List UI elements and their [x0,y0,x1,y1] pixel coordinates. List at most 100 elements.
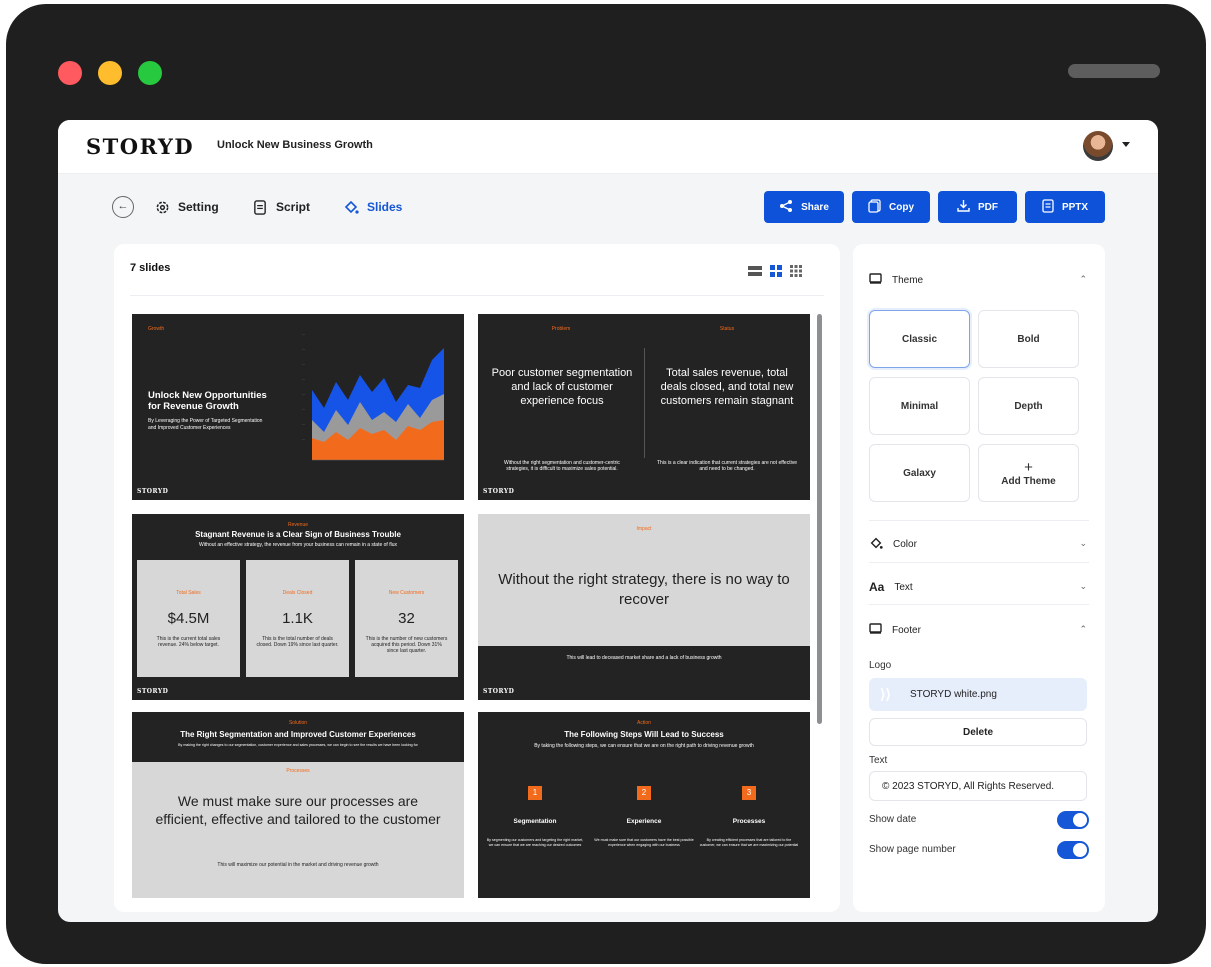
footer-text-label: Text [869,755,888,766]
footer-section-header[interactable]: Footer [869,620,921,640]
share-label: Share [801,201,829,213]
area-chart-thumbnail: --- --- --- --- --- --- --- --- [302,332,444,461]
slide-subtitle: By Leveraging the Power of Targeted Segm… [148,418,263,431]
slides-scrollbar[interactable] [817,314,822,724]
metric-text: This is the current total sales revenue.… [156,636,221,648]
delete-logo-button[interactable]: Delete [869,718,1087,746]
logo-upload-field[interactable]: ⟩⟩ STORYD white.png [869,678,1087,711]
metric-label: Total Sales [176,590,201,596]
chevron-up-icon[interactable]: ⌃ [1079,274,1087,285]
step-title: Processes [732,818,766,825]
pdf-label: PDF [978,201,998,213]
show-date-toggle[interactable] [1057,811,1089,829]
view-toggle [748,264,802,282]
svg-text:---: --- [302,422,305,426]
chevron-down-icon[interactable] [1122,142,1130,147]
metric-text: This is the number of new customers acqu… [365,636,448,654]
divider [869,520,1089,521]
theme-option-classic[interactable]: Classic [869,310,970,368]
step-text: By creating efficient processes that are… [699,838,799,847]
theme-option-depth[interactable]: Depth [978,377,1079,435]
paint-bucket-icon [343,199,359,215]
slide-thumbnail-6[interactable]: Action The Following Steps Will Lead to … [478,712,810,898]
footer-text-input[interactable]: © 2023 STORYD, All Rights Reserved. [869,771,1087,801]
metric-value: $4.5M [167,610,210,627]
metric-label: Deals Closed [282,590,313,596]
slide-title-right: Total sales revenue, total deals closed,… [660,367,794,407]
small-grid-view-icon[interactable] [790,264,802,282]
show-page-number-toggle[interactable] [1057,841,1089,859]
theme-option-galaxy[interactable]: Galaxy [869,444,970,502]
list-view-icon[interactable] [748,264,762,282]
slide-thumbnail-1[interactable]: Growth Unlock New Opportunities for Reve… [132,314,464,500]
tab-setting-label: Setting [178,200,219,214]
share-button[interactable]: Share [764,191,844,223]
slide-subtitle: By making the right changes to our segme… [178,743,418,747]
color-label: Color [893,538,917,550]
color-section-header[interactable]: Color [869,534,917,554]
slide-tag: Action [637,720,651,726]
theme-section-header[interactable]: Theme [869,270,923,290]
slide-title-left: Poor customer segmentation and lack of c… [491,367,633,407]
gear-icon [154,199,170,215]
svg-text:---: --- [302,377,305,381]
slide-divider [644,348,645,458]
paint-bucket-icon [869,536,883,553]
slide-tag: Problem [551,326,571,332]
svg-text:---: --- [302,437,305,441]
chevron-up-icon[interactable]: ⌃ [1079,624,1087,635]
pdf-button[interactable]: PDF [938,191,1017,223]
slide-thumbnail-2[interactable]: Problem Status Poor customer segmentatio… [478,314,810,500]
svg-text:---: --- [302,392,305,396]
grid-view-icon[interactable] [770,264,782,282]
settings-sidebar: Theme ⌃ Classic Bold Minimal Depth Galax… [853,244,1105,912]
chevron-down-icon[interactable]: ⌄ [1079,538,1087,549]
slide-title: The Right Segmentation and Improved Cust… [180,730,416,739]
close-window-dot[interactable] [58,61,82,85]
theme-option-bold[interactable]: Bold [978,310,1079,368]
tab-slides-label: Slides [367,200,403,214]
chevron-down-icon[interactable]: ⌄ [1079,581,1087,592]
text-label: Text [894,581,913,593]
theme-option-minimal[interactable]: Minimal [869,377,970,435]
tab-script-label: Script [276,200,311,214]
slide-tag: Impact [636,526,652,532]
add-theme-label: Add Theme [1001,476,1056,487]
slide-thumbnail-4[interactable]: Impact Without the right strategy, there… [478,514,810,700]
divider [130,295,824,296]
slide-thumbnail-3[interactable]: Revenue Stagnant Revenue is a Clear Sign… [132,514,464,700]
footer-text-value: © 2023 STORYD, All Rights Reserved. [882,780,1055,792]
minimize-window-dot[interactable] [98,61,122,85]
user-avatar[interactable] [1083,131,1113,161]
slide-tag: Processes [286,768,310,774]
copy-button[interactable]: Copy [852,191,930,223]
metric-card: Deals Closed 1.1K This is the total numb… [246,560,349,677]
document-title: Unlock New Business Growth [217,139,373,151]
text-section-header[interactable]: Aa Text [869,577,913,597]
svg-text:---: --- [302,332,305,336]
theme-option-label: Depth [1014,400,1043,412]
slide-footer-logo: STORYD [483,488,515,495]
plus-icon: + [1024,459,1033,476]
slide-thumbnail-5[interactable]: Solution The Right Segmentation and Impr… [132,712,464,898]
tab-setting[interactable]: Setting [154,197,219,217]
tab-slides[interactable]: Slides [343,197,402,217]
metric-label: New Customers [388,590,425,596]
svg-text:---: --- [302,407,305,411]
app-logo[interactable]: STORYD [86,134,194,159]
tab-script[interactable]: Script [252,197,310,217]
slide-subtitle: Without an effective strategy, the reven… [199,542,397,548]
metric-text: This is the total number of deals closed… [256,636,339,648]
metric-value: 1.1K [282,610,313,627]
pptx-button[interactable]: PPTX [1025,191,1105,223]
add-theme-button[interactable]: + Add Theme [978,444,1079,502]
step-title: Segmentation [513,818,557,825]
slide-subtitle: By taking the following steps, we can en… [534,743,754,749]
step-badge: 2 [637,786,651,800]
slide-tag: Growth [148,326,165,332]
slide-footer-text: This will maximize our potential in the … [217,862,379,868]
theme-option-label: Classic [901,333,938,345]
maximize-window-dot[interactable] [138,61,162,85]
back-button[interactable]: ← [112,196,134,218]
step-text: We must make sure that our customers hav… [594,838,694,847]
